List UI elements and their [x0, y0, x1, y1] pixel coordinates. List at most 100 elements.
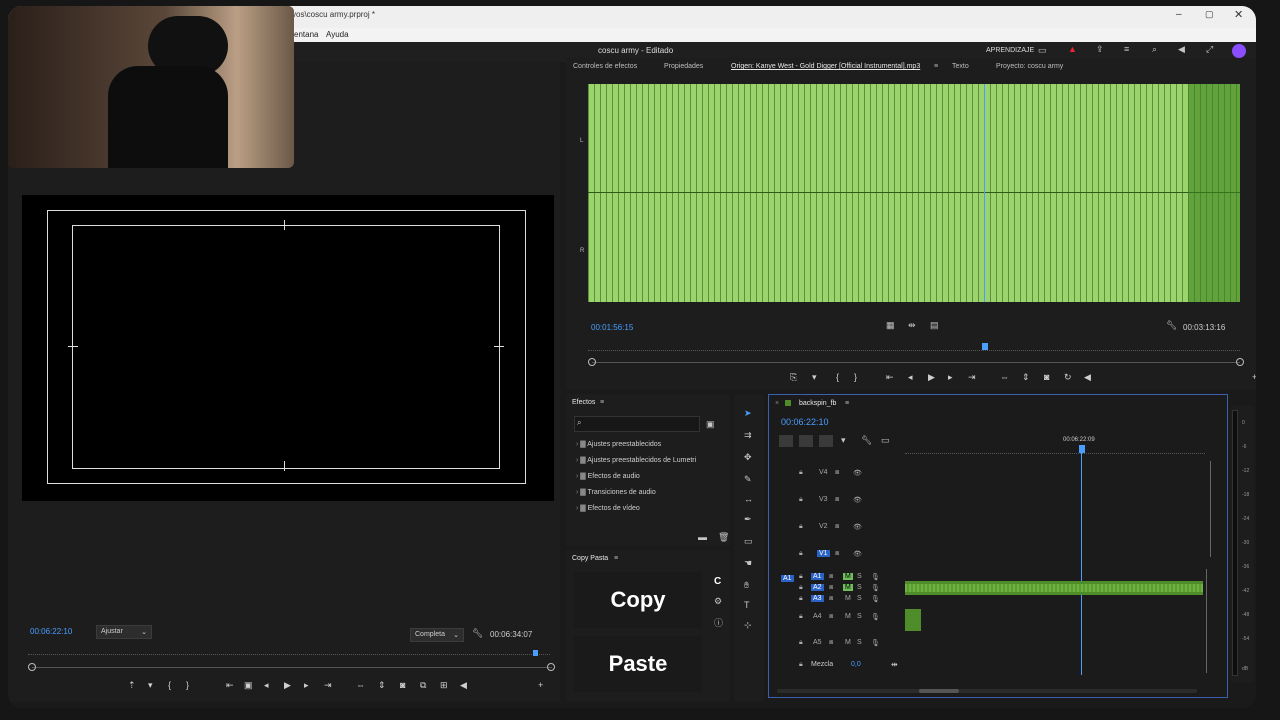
sync-lock-icon[interactable]: ⧈ [835, 496, 839, 504]
audio-clip-a4[interactable] [905, 609, 921, 631]
track-label-v3[interactable]: V3 [819, 496, 828, 503]
panel-menu-icon[interactable]: ≡ [614, 555, 618, 562]
track-label-a2[interactable]: A2 [811, 584, 824, 591]
learn-button[interactable]: APRENDIZAJE [986, 47, 1034, 54]
add-button-icon[interactable]: + [1252, 372, 1256, 382]
track-label-v4[interactable]: V4 [819, 469, 828, 476]
list-item[interactable]: › ▇ Efectos de audio [576, 472, 640, 488]
gear-icon[interactable]: ⚙ [714, 596, 722, 607]
mute-toggle[interactable]: M [845, 595, 851, 602]
track-label-a4[interactable]: A4 [813, 613, 822, 620]
track-select-tool-icon[interactable]: ⇉ [744, 430, 752, 441]
close-icon[interactable]: × [775, 400, 779, 407]
tab-project[interactable]: Proyecto: coscu army [996, 63, 1063, 70]
wrench-icon[interactable]: 🔧︎ [472, 628, 483, 639]
timeline-timecode[interactable]: 00:06:22:10 [781, 417, 829, 427]
sequence-tab[interactable]: backspin_fb [799, 400, 836, 407]
play-icon[interactable]: ▶ [928, 372, 935, 383]
eye-icon[interactable]: 👁︎ [853, 523, 862, 531]
zoom-handle-left[interactable] [28, 663, 36, 671]
panel-menu-icon[interactable]: ≡ [934, 63, 938, 70]
program-playhead[interactable] [533, 650, 538, 656]
audio-waveform[interactable] [588, 84, 1240, 302]
menu-item-ayuda[interactable]: Ayuda [326, 30, 349, 39]
effects-title[interactable]: Efectos [572, 399, 595, 406]
lock-icon[interactable]: 🔒︎ [799, 550, 803, 558]
selection-tool-icon[interactable]: ➤ [744, 408, 752, 419]
type-tool-icon[interactable]: T [744, 600, 750, 610]
microphone-icon[interactable]: 🎙︎ [871, 573, 880, 581]
pen-tool-icon[interactable]: ✒ [744, 514, 752, 525]
step-back-icon[interactable]: ◂ [908, 372, 913, 383]
captions-icon[interactable]: ▭ [881, 435, 890, 446]
drag-audio-icon[interactable]: ⇹ [908, 320, 916, 331]
sync-lock-icon[interactable]: ⧈ [829, 584, 833, 592]
mute-toggle[interactable]: M [843, 584, 853, 591]
lock-icon[interactable]: 🔒︎ [799, 595, 803, 603]
alert-icon[interactable]: ▲ [1068, 44, 1077, 54]
track-label-a1[interactable]: A1 [811, 573, 824, 580]
lock-icon[interactable]: 🔒︎ [799, 469, 803, 477]
in-point-icon[interactable]: { [836, 372, 839, 382]
out-point-icon[interactable]: } [854, 372, 857, 382]
effects-search-input[interactable]: ⌕ [574, 416, 700, 432]
timeline-horizontal-scrollbar[interactable] [777, 689, 1197, 693]
vr-icon[interactable]: ⊞ [440, 680, 448, 691]
solo-toggle[interactable]: S [857, 595, 862, 602]
slip-tool-icon[interactable]: ↔ [744, 494, 753, 504]
wrench-icon[interactable]: 🔧︎ [1166, 320, 1177, 331]
timeline-horizontal-thumb[interactable] [919, 689, 959, 693]
camera-icon[interactable]: ◙ [400, 680, 405, 690]
nest-toggle-icon[interactable] [779, 435, 793, 447]
add-button-icon[interactable]: + [538, 680, 543, 690]
track-label-v1[interactable]: V1 [817, 550, 830, 557]
source-zoom-bar[interactable] [592, 362, 1240, 363]
ripple-edit-tool-icon[interactable]: ✥ [744, 452, 752, 463]
new-bin-icon[interactable]: ▬ [698, 532, 707, 542]
source-ruler[interactable] [588, 344, 1240, 351]
volume-icon[interactable]: ◀ [1178, 44, 1185, 55]
snap-toggle-icon[interactable] [799, 435, 813, 447]
out-point-icon[interactable]: } [186, 680, 189, 690]
step-forward-icon[interactable]: ▸ [948, 372, 953, 383]
solo-toggle[interactable]: S [857, 639, 862, 646]
sync-lock-icon[interactable]: ⧈ [829, 573, 833, 581]
list-item[interactable]: › ▇ Transiciones de audio [576, 488, 656, 504]
audio-clip-a2[interactable] [905, 581, 1203, 595]
wrench-icon[interactable]: 🔧︎ [861, 435, 872, 446]
lift-icon[interactable]: ⇡ [128, 680, 136, 691]
microphone-icon[interactable]: 🎙︎ [871, 613, 880, 621]
hand-tool-alt-icon[interactable]: ✋︎ [744, 580, 749, 591]
program-zoom-bar[interactable] [32, 667, 552, 668]
safe-margins-icon[interactable]: ▣ [244, 680, 253, 691]
maximize-icon[interactable]: ▢ [1205, 9, 1214, 20]
zoom-handle-right[interactable] [1236, 358, 1244, 366]
source-patch-a1[interactable]: A1 [781, 575, 794, 582]
copy-button[interactable]: Copy [574, 572, 702, 628]
settings-icon[interactable]: ▤ [930, 320, 939, 331]
sync-lock-icon[interactable]: ⧈ [829, 613, 833, 621]
paste-button[interactable]: Paste [574, 636, 702, 692]
linked-selection-icon[interactable] [819, 435, 833, 447]
microphone-icon[interactable]: 🎙︎ [871, 639, 880, 647]
hand-tool-icon[interactable]: ☚ [744, 558, 752, 569]
microphone-icon[interactable]: 🎙︎ [871, 595, 880, 603]
play-icon[interactable]: ▶ [284, 680, 291, 691]
solo-toggle[interactable]: S [857, 584, 862, 591]
panel-menu-icon[interactable]: ≡ [600, 399, 604, 406]
sync-lock-icon[interactable]: ⧈ [835, 469, 839, 477]
zoom-handle-right[interactable] [547, 663, 555, 671]
go-to-in-icon[interactable]: ⇤ [886, 372, 894, 383]
zoom-handle-left[interactable] [588, 358, 596, 366]
camera-icon[interactable]: ◙ [1044, 372, 1049, 382]
overwrite-icon[interactable]: ⇕ [1022, 372, 1030, 383]
in-point-icon[interactable]: { [168, 680, 171, 690]
track-label-a5[interactable]: A5 [813, 639, 822, 646]
trash-icon[interactable]: 🗑︎ [718, 532, 729, 543]
volume-icon[interactable]: ◀ [460, 680, 467, 691]
mute-toggle[interactable]: M [845, 613, 851, 620]
microphone-icon[interactable]: 🎙︎ [871, 584, 880, 592]
info-icon[interactable]: ⓘ [714, 616, 723, 629]
timeline-playhead-head[interactable] [1079, 445, 1085, 453]
avatar[interactable] [1232, 44, 1246, 58]
